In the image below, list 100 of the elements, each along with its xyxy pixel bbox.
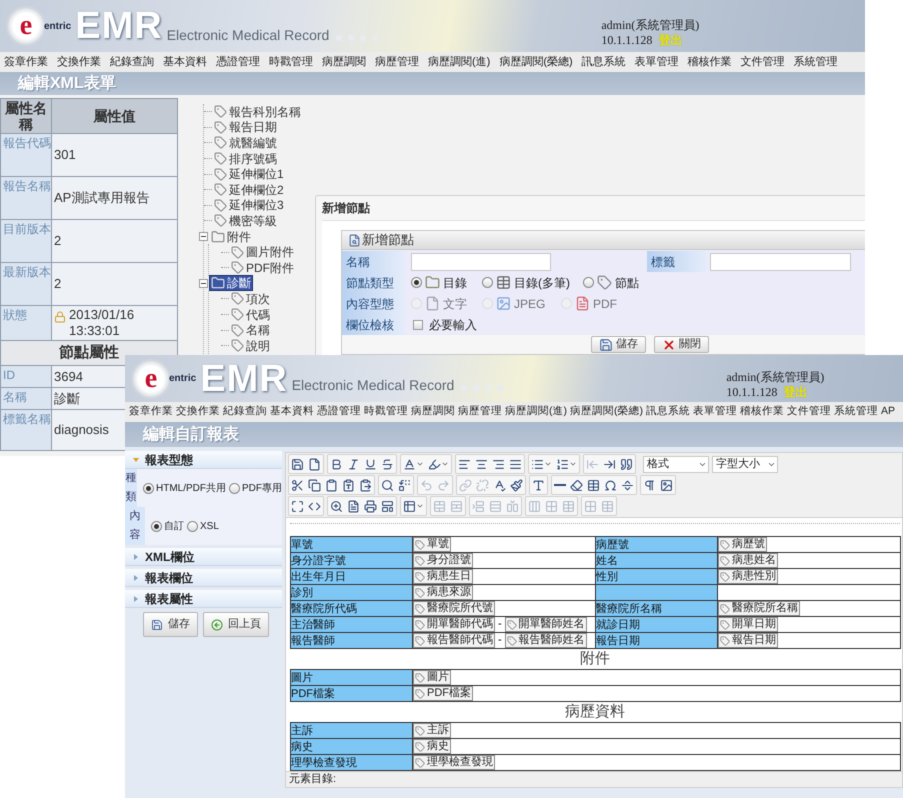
tag-icon <box>415 726 425 736</box>
logo-text: EMR <box>75 7 163 45</box>
menu-item[interactable]: 時戳管理 <box>364 404 408 420</box>
format-select[interactable]: 格式 <box>643 456 709 472</box>
strike-icon <box>381 458 394 470</box>
menu-item[interactable]: 憑證管理 <box>216 54 260 70</box>
collapse-icon[interactable] <box>199 278 208 288</box>
menu-item[interactable]: 表單管理 <box>693 404 737 420</box>
tag-input[interactable] <box>710 252 851 270</box>
menu-item[interactable]: 系統管理 <box>794 54 838 70</box>
name-input[interactable] <box>411 252 551 270</box>
menu-item[interactable]: 簽章作業 <box>129 404 173 420</box>
tree-item[interactable]: PDF附件 <box>229 260 296 276</box>
menu-item[interactable]: 憑證管理 <box>317 404 361 420</box>
section-header: 節點屬性 <box>59 344 119 361</box>
collapse-icon[interactable] <box>199 232 208 242</box>
paste-icon <box>325 478 338 492</box>
tree-item[interactable]: 延伸欄位3 <box>212 197 286 214</box>
field-tag: 病患性別 <box>718 569 778 584</box>
menu-item[interactable]: 基本資料 <box>270 404 314 420</box>
menu-item[interactable]: 訊息系統 <box>646 404 690 420</box>
menu-item[interactable]: 病歷調閱(榮總) <box>499 54 573 70</box>
accordion-header[interactable]: XML欄位 <box>125 548 282 566</box>
menu-item[interactable]: 病歷調閱(進) <box>428 54 490 70</box>
row-label: 單號 <box>291 538 314 552</box>
row-label: 醫療院所代碼 <box>291 602 358 616</box>
row-delete-icon <box>489 500 502 512</box>
field-tag: 報告醫師代碼 <box>413 633 495 648</box>
radio-button[interactable] <box>583 277 594 288</box>
accordion-header[interactable]: 報表屬性 <box>125 590 282 608</box>
menu-item[interactable]: 文件管理 <box>787 404 831 420</box>
menu-item[interactable]: 文件管理 <box>740 54 785 70</box>
back-button[interactable]: 回上頁 <box>203 612 269 637</box>
row-label: 圖片 <box>291 670 314 684</box>
save-icon <box>291 458 304 470</box>
radio-button[interactable] <box>187 520 198 532</box>
tree-item[interactable]: 附件 <box>209 228 253 245</box>
html-icon <box>308 500 321 512</box>
tag-icon <box>214 168 227 181</box>
radio-button[interactable] <box>229 482 240 494</box>
tree-item[interactable]: 延伸欄位1 <box>212 166 286 182</box>
menu-item[interactable]: 系統管理 <box>834 404 878 420</box>
radio-button[interactable] <box>482 277 493 288</box>
radio-button[interactable] <box>411 277 422 288</box>
tag-icon <box>506 636 517 646</box>
font-size-select[interactable]: 字型大小 <box>712 456 778 472</box>
field-label: 標籤 <box>647 251 707 272</box>
tag-icon <box>415 620 425 630</box>
menu-item[interactable]: 交換作業 <box>176 404 220 420</box>
menu-item[interactable]: 病歷管理 <box>458 404 502 420</box>
user-name: admin(系統管理員) <box>726 370 824 384</box>
row-label: 身分證字號 <box>291 554 347 568</box>
tree-item[interactable]: 代碼 <box>229 306 272 323</box>
close-button[interactable]: 關閉 <box>654 336 709 353</box>
tag-icon <box>415 636 425 646</box>
tree-item[interactable]: 延伸欄位2 <box>212 182 286 198</box>
menu-item[interactable]: 紀錄查詢 <box>110 54 154 70</box>
menu-item[interactable]: 稽核作業 <box>688 54 732 70</box>
tree-item[interactable]: 圖片附件 <box>229 244 296 260</box>
field-tag: 圖片 <box>413 670 451 685</box>
section-heading: 病歷資料 <box>565 702 625 722</box>
menu-item[interactable]: 病歷調閱(榮總) <box>570 404 643 420</box>
property-name: 最新版本 <box>0 262 52 306</box>
tag-icon <box>415 758 425 768</box>
save-button[interactable]: 儲存 <box>591 336 646 353</box>
accordion-header[interactable]: 報表型態 <box>125 451 282 469</box>
tree-item[interactable]: 報告日期 <box>212 119 279 136</box>
vertical-label: 種類 <box>125 469 137 507</box>
menu-item[interactable]: 簽章作業 <box>4 54 48 70</box>
menu-item[interactable]: 紀錄查詢 <box>223 404 267 420</box>
radio-button[interactable] <box>143 482 154 494</box>
tree-item[interactable]: 排序號碼 <box>212 150 279 167</box>
field-tag: 醫療院所代號 <box>413 601 495 616</box>
accordion-header[interactable]: 報表欄位 <box>125 569 282 587</box>
tree-item[interactable]: 說明 <box>229 338 272 354</box>
tree-item[interactable]: 報告科別名稱 <box>212 104 303 120</box>
menu-item[interactable]: AP <box>881 404 896 420</box>
tree-item[interactable]: 就醫編號 <box>212 134 279 151</box>
field-tag: 身分證號 <box>413 553 473 568</box>
tag-icon <box>415 672 425 682</box>
checkbox[interactable] <box>413 320 423 330</box>
menu-item[interactable]: 病歷調閱 <box>322 54 366 70</box>
tree-item[interactable]: 項次 <box>229 290 272 307</box>
menu-item[interactable]: 時戳管理 <box>269 54 313 70</box>
save-button[interactable]: 儲存 <box>143 612 198 637</box>
menu-item[interactable]: 病歷管理 <box>375 54 419 70</box>
menu-item[interactable]: 基本資料 <box>163 54 207 70</box>
menu-item[interactable]: 病歷調閱(進) <box>505 404 567 420</box>
menu-item[interactable]: 訊息系統 <box>582 54 626 70</box>
tag-icon <box>720 556 730 566</box>
tree-item[interactable]: 名稱 <box>229 322 272 338</box>
menu-item[interactable]: 交換作業 <box>57 54 101 70</box>
menu-item[interactable]: 稽核作業 <box>740 404 784 420</box>
property-value: 2 <box>54 276 62 291</box>
menu-item[interactable]: 表單管理 <box>634 54 679 70</box>
tree-item[interactable]: 機密等級 <box>212 212 279 229</box>
menu-item[interactable]: 病歷調閱 <box>411 404 455 420</box>
radio-button[interactable] <box>151 520 162 532</box>
tree-item[interactable]: 診斷 <box>209 275 253 292</box>
field-tag: 報告日期 <box>718 633 778 648</box>
